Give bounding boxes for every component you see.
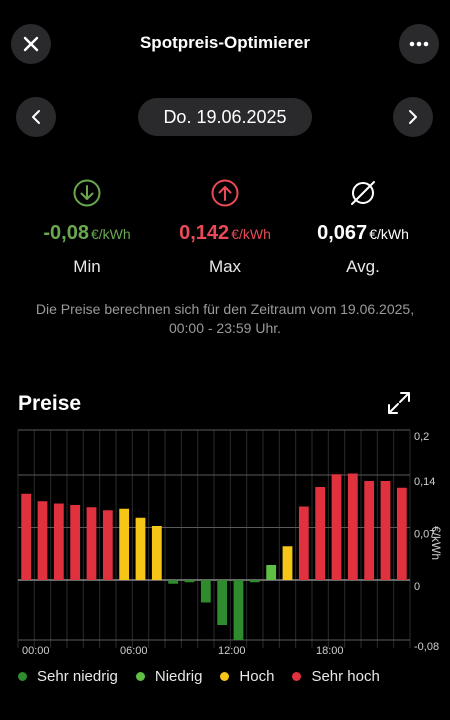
arrow-up-circle-icon [211, 179, 239, 207]
price-bar [380, 481, 391, 580]
min-label: Min [73, 257, 101, 276]
min-value: -0,08 [43, 222, 89, 244]
legend-item-sehr-hoch: Sehr hoch [292, 668, 380, 685]
max-value: 0,142 [179, 222, 230, 244]
x-tick-label: 12:00 [218, 645, 246, 657]
price-chart: 0,20,140,070-0,08€/kWh00:00 06:00 12:00 18:… [17, 429, 443, 657]
period-note: Die Preise berechnen sich für den Zeitra… [35, 301, 415, 336]
legend-item-niedrig: Niedrig [135, 668, 203, 685]
y-axis-title: €/kWh [429, 526, 443, 560]
price-bar [364, 481, 375, 580]
section-title: Preise [18, 392, 82, 415]
expand-icon [388, 392, 410, 414]
avg-unit: €/kWh [369, 226, 409, 242]
legend-item-hoch: Hoch [220, 668, 274, 685]
y-tick-label: -0,08 [414, 641, 439, 653]
price-bar [249, 580, 260, 583]
price-bar [70, 505, 81, 580]
price-bar [168, 580, 179, 584]
price-bar [119, 508, 130, 580]
legend-dot [220, 672, 230, 681]
previous-day-button[interactable] [16, 97, 56, 137]
avg-label: Avg. [346, 257, 380, 276]
stat-min: -0,08 €/kWh Min [12, 176, 162, 277]
legend-label: Hoch [239, 668, 275, 685]
page-title: Spotpreis-Optimierer [139, 33, 311, 52]
price-bar [233, 580, 244, 640]
price-bar [315, 487, 326, 580]
y-tick-label: 0,14 [414, 476, 435, 488]
price-bar [151, 526, 162, 580]
arrow-down-circle-icon [73, 179, 101, 207]
legend-dot [135, 672, 145, 681]
price-bar [282, 546, 293, 580]
price-bar [86, 507, 97, 580]
y-tick-label: 0 [414, 581, 420, 593]
x-tick-label: 06:00 [120, 645, 148, 657]
price-bar [21, 493, 32, 580]
price-bar [266, 565, 277, 580]
price-bar [37, 501, 48, 580]
min-unit: €/kWh [90, 226, 131, 242]
x-tick-label: 00:00 [22, 645, 50, 657]
date-selector[interactable]: Do. 19.06.2025 [138, 98, 312, 136]
max-unit: €/kWh [231, 226, 271, 242]
stat-avg: 0,067 €/kWh Avg. [288, 176, 438, 277]
price-bar [200, 580, 211, 603]
legend-label: Sehr niedrig [37, 668, 118, 685]
y-tick-label: 0,2 [414, 431, 429, 443]
legend-label: Sehr hoch [311, 668, 380, 685]
legend-label: Niedrig [154, 668, 203, 685]
price-bar [135, 517, 146, 580]
average-icon [351, 181, 375, 205]
price-bar [347, 473, 358, 580]
max-label: Max [208, 257, 242, 276]
price-bar [396, 487, 407, 580]
expand-chart-button[interactable] [386, 390, 412, 416]
price-bar [217, 580, 228, 625]
chart-legend: Sehr niedrig Niedrig Hoch Sehr hoch [18, 668, 398, 685]
stat-max: 0,142 €/kWh Max [150, 176, 300, 277]
legend-dot [292, 672, 302, 681]
more-options-button[interactable] [399, 24, 439, 64]
more-dots-icon [409, 41, 429, 47]
legend-dot [18, 672, 27, 681]
chevron-left-icon [32, 110, 40, 124]
avg-value: 0,067 [317, 222, 368, 244]
x-tick-label: 18:00 [316, 645, 344, 657]
price-bar [184, 580, 195, 583]
price-bar [102, 510, 113, 580]
price-bar [298, 506, 309, 580]
price-bar [53, 503, 64, 580]
legend-item-sehr-niedrig: Sehr niedrig [18, 668, 118, 685]
price-bar [331, 474, 342, 580]
next-day-button[interactable] [393, 97, 433, 137]
chevron-right-icon [409, 110, 417, 124]
